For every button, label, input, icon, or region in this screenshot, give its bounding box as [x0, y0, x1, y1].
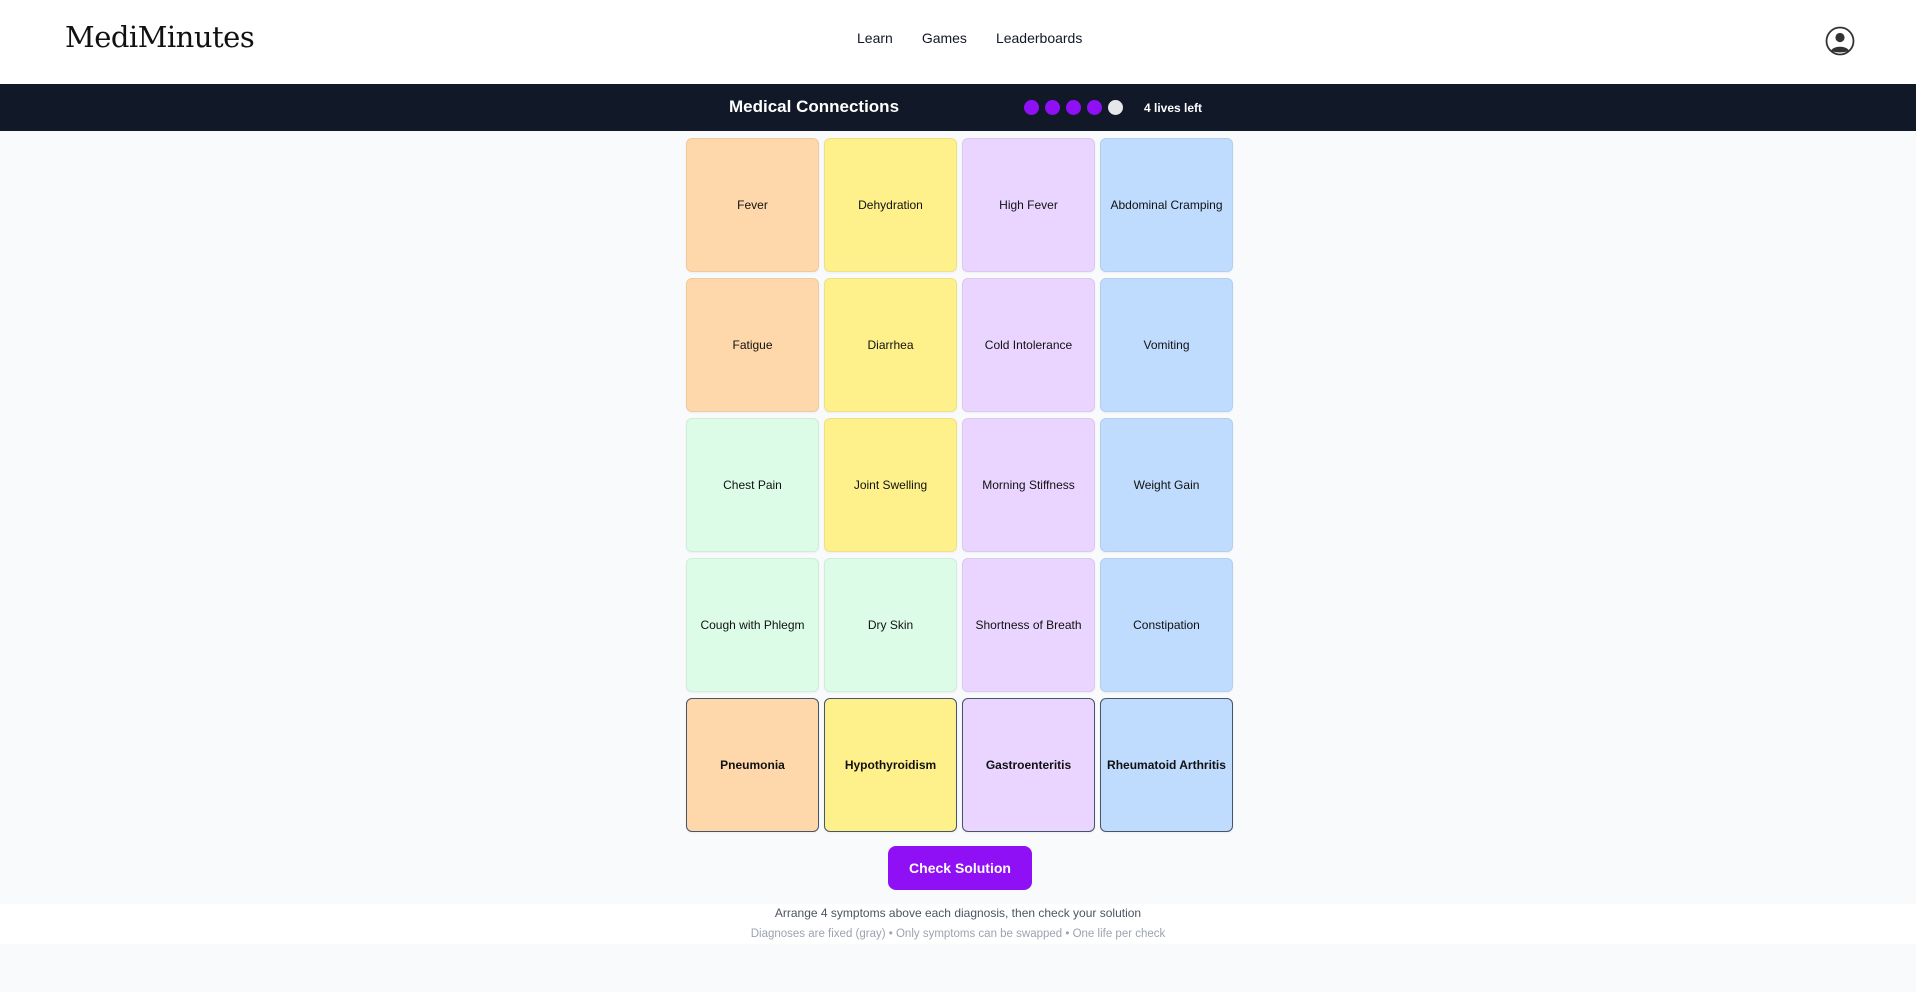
lives-left-text: 4 lives left — [1144, 100, 1203, 115]
nav-games[interactable]: Games — [922, 30, 967, 46]
symptom-tile[interactable]: Cold Intolerance — [962, 278, 1095, 412]
life-dot-active — [1045, 100, 1060, 115]
diagnosis-tile: Hypothyroidism — [824, 698, 957, 832]
instructions-panel: Arrange 4 symptoms above each diagnosis,… — [0, 904, 1916, 944]
life-dot-active — [1087, 100, 1102, 115]
symptom-tile[interactable]: Shortness of Breath — [962, 558, 1095, 692]
symptom-tile[interactable]: Constipation — [1100, 558, 1233, 692]
nav-leaderboards[interactable]: Leaderboards — [996, 30, 1082, 46]
symptom-tile[interactable]: Weight Gain — [1100, 418, 1233, 552]
game-title: Medical Connections — [729, 97, 900, 116]
game-header: Medical Connections 4 lives left — [0, 84, 1916, 131]
brand-logo[interactable]: MediMinutes — [65, 20, 255, 54]
diagnosis-tile: Gastroenteritis — [962, 698, 1095, 832]
symptom-tile[interactable]: Joint Swelling — [824, 418, 957, 552]
symptom-tile[interactable]: Chest Pain — [686, 418, 819, 552]
symptom-tile[interactable]: Dehydration — [824, 138, 957, 272]
symptom-tile[interactable]: Abdominal Cramping — [1100, 138, 1233, 272]
life-dot-used — [1108, 100, 1123, 115]
diagnosis-tile: Rheumatoid Arthritis — [1100, 698, 1233, 832]
life-dot-active — [1066, 100, 1081, 115]
top-navbar: MediMinutes Learn Games Leaderboards — [0, 0, 1916, 84]
symptom-tile[interactable]: Morning Stiffness — [962, 418, 1095, 552]
diagnosis-tile: Pneumonia — [686, 698, 819, 832]
symptom-tile[interactable]: Dry Skin — [824, 558, 957, 692]
symptom-tile[interactable]: Diarrhea — [824, 278, 957, 412]
symptom-tile[interactable]: Cough with Phlegm — [686, 558, 819, 692]
symptom-tile[interactable]: Vomiting — [1100, 278, 1233, 412]
nav-learn[interactable]: Learn — [857, 30, 893, 46]
symptom-tile[interactable]: High Fever — [962, 138, 1095, 272]
life-dot-active — [1024, 100, 1039, 115]
connections-grid: Fever Dehydration High Fever Abdominal Cram… — [686, 138, 1233, 832]
symptom-tile[interactable]: Fever — [686, 138, 819, 272]
symptom-tile[interactable]: Fatigue — [686, 278, 819, 412]
lives-indicator: 4 lives left — [1024, 100, 1202, 115]
user-circle-icon[interactable] — [1825, 26, 1855, 56]
main-nav: Learn Games Leaderboards — [857, 30, 1082, 46]
check-solution-button[interactable]: Check Solution — [888, 846, 1032, 890]
rules-text: Diagnoses are fixed (gray) • Only sympto… — [750, 928, 1166, 940]
instructions-text: Arrange 4 symptoms above each diagnosis,… — [774, 906, 1142, 920]
